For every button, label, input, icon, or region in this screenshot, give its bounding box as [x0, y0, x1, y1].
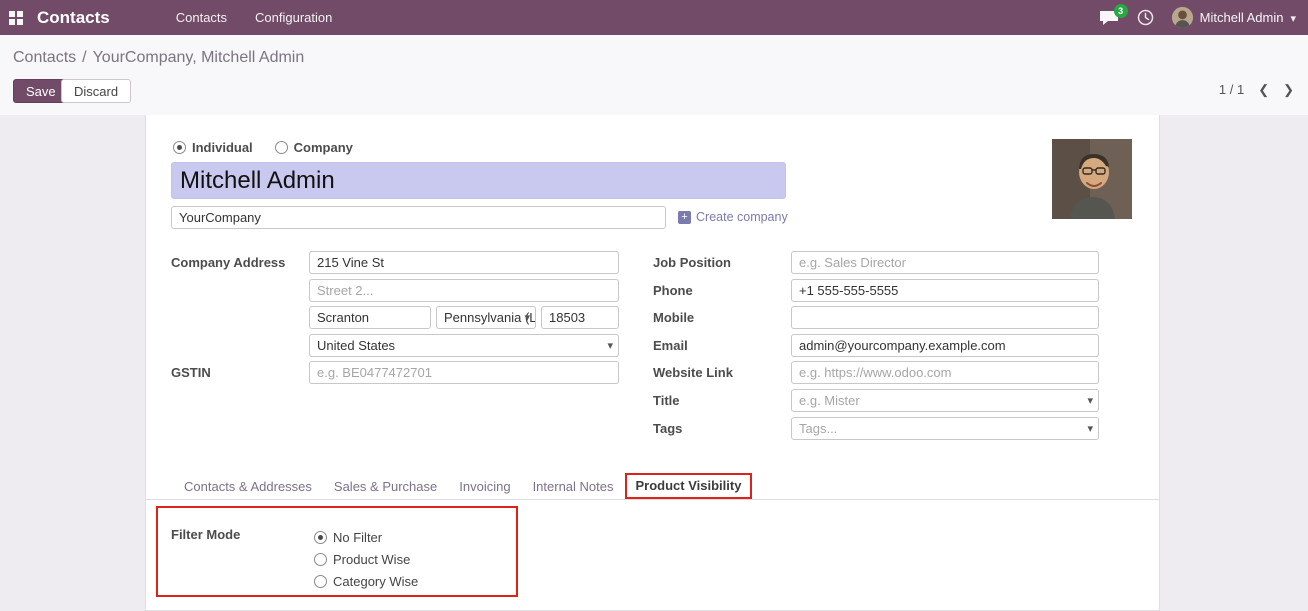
- pager: 1 / 1: [1219, 79, 1294, 100]
- website-link-label: Website Link: [653, 365, 733, 380]
- radio-icon: [314, 553, 327, 566]
- activities-icon[interactable]: [1137, 9, 1154, 26]
- navbar-systray: 3 Mitchell Admin: [1099, 7, 1308, 28]
- breadcrumb: Contacts / YourCompany, Mitchell Admin: [13, 49, 304, 67]
- plus-square-icon: [678, 211, 691, 224]
- menu-configuration[interactable]: Configuration: [241, 0, 346, 35]
- contact-name-input[interactable]: [171, 162, 786, 199]
- messages-icon[interactable]: 3: [1099, 10, 1119, 26]
- radio-product-wise[interactable]: Product Wise: [314, 548, 418, 570]
- radio-icon: [275, 141, 288, 154]
- street2-input[interactable]: [309, 279, 619, 302]
- state-select[interactable]: Pennsylvania (L: [436, 306, 536, 329]
- form-sheet: Individual Company Create company: [145, 115, 1160, 611]
- user-name: Mitchell Admin: [1200, 10, 1284, 25]
- navbar-menus: Contacts Configuration: [162, 0, 347, 35]
- menu-contacts[interactable]: Contacts: [162, 0, 241, 35]
- gstin-label: GSTIN: [171, 365, 211, 380]
- breadcrumb-current: YourCompany, Mitchell Admin: [93, 49, 305, 66]
- clock-icon: [1137, 9, 1154, 26]
- radio-icon: [314, 575, 327, 588]
- contact-image[interactable]: [1052, 139, 1132, 219]
- title-select[interactable]: e.g. Mister: [791, 389, 1099, 412]
- tab-contacts-addresses[interactable]: Contacts & Addresses: [173, 474, 323, 499]
- email-input[interactable]: [791, 334, 1099, 357]
- control-panel: Contacts/YourCompany, Mitchell Admin Sav…: [0, 35, 1308, 115]
- gstin-input[interactable]: [309, 361, 619, 384]
- street-input[interactable]: [309, 251, 619, 274]
- tabs-divider: [146, 499, 1159, 500]
- title-label: Title: [653, 393, 680, 408]
- filter-mode-label: Filter Mode: [171, 527, 240, 542]
- breadcrumb-separator: /: [82, 49, 86, 66]
- chevron-down-icon: [1290, 10, 1296, 25]
- tab-internal-notes[interactable]: Internal Notes: [522, 474, 625, 499]
- job-position-label: Job Position: [653, 255, 731, 270]
- country-select[interactable]: United States: [309, 334, 619, 357]
- radio-icon: [173, 141, 186, 154]
- radio-company[interactable]: Company: [275, 140, 353, 155]
- company-type-radios: Individual Company: [173, 140, 353, 155]
- city-input[interactable]: [309, 306, 431, 329]
- website-link-input[interactable]: [791, 361, 1099, 384]
- mobile-input[interactable]: [791, 306, 1099, 329]
- pager-count: 1 / 1: [1219, 82, 1244, 97]
- messages-count-badge: 3: [1114, 4, 1128, 18]
- company-name-input[interactable]: [171, 206, 666, 229]
- radio-no-filter[interactable]: No Filter: [314, 526, 418, 548]
- app-brand[interactable]: Contacts: [37, 8, 110, 28]
- phone-input[interactable]: [791, 279, 1099, 302]
- tab-product-visibility[interactable]: Product Visibility: [625, 473, 753, 499]
- filter-mode-radios: No Filter Product Wise Category Wise: [314, 526, 418, 592]
- phone-label: Phone: [653, 283, 693, 298]
- tags-select[interactable]: Tags...: [791, 417, 1099, 440]
- tags-label: Tags: [653, 421, 682, 436]
- zip-input[interactable]: [541, 306, 619, 329]
- email-label: Email: [653, 338, 688, 353]
- radio-category-wise[interactable]: Category Wise: [314, 570, 418, 592]
- job-position-input[interactable]: [791, 251, 1099, 274]
- pager-next-icon[interactable]: [1283, 79, 1294, 100]
- radio-icon: [314, 531, 327, 544]
- top-navbar: Contacts Contacts Configuration 3: [0, 0, 1308, 35]
- user-menu[interactable]: Mitchell Admin: [1172, 7, 1296, 28]
- company-address-label: Company Address: [171, 255, 285, 270]
- create-company-link[interactable]: Create company: [678, 210, 788, 224]
- radio-individual[interactable]: Individual: [173, 140, 253, 155]
- notebook-tabs: Contacts & Addresses Sales & Purchase In…: [173, 473, 752, 499]
- content-area: Individual Company Create company: [0, 115, 1308, 611]
- tab-sales-purchase[interactable]: Sales & Purchase: [323, 474, 448, 499]
- breadcrumb-parent[interactable]: Contacts: [13, 49, 76, 66]
- mobile-label: Mobile: [653, 310, 694, 325]
- user-avatar: [1172, 7, 1193, 28]
- apps-menu-icon[interactable]: [9, 11, 23, 25]
- pager-previous-icon[interactable]: [1258, 79, 1269, 100]
- discard-button[interactable]: Discard: [61, 79, 131, 103]
- tab-invoicing[interactable]: Invoicing: [448, 474, 521, 499]
